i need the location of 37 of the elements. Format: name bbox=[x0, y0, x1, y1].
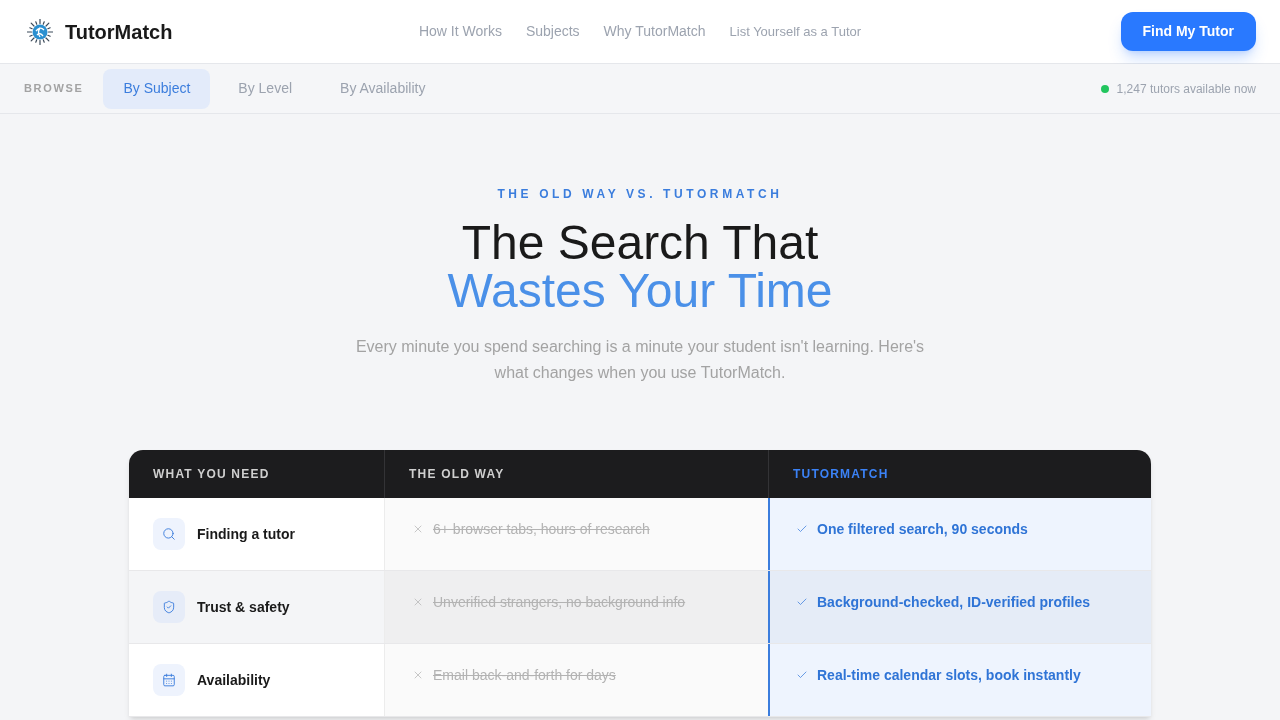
brand-name: TutorMatch bbox=[65, 21, 173, 42]
calendar-icon bbox=[153, 664, 185, 696]
shield-check-icon bbox=[153, 591, 185, 623]
check-icon bbox=[796, 669, 808, 681]
check-icon bbox=[796, 596, 808, 608]
check-icon bbox=[796, 523, 808, 535]
need-label: Trust & safety bbox=[197, 597, 290, 617]
old-way-text: Unverified strangers, no background info bbox=[433, 593, 686, 612]
column-header: TUTORMATCH bbox=[793, 466, 889, 483]
nav-link[interactable]: Why TutorMatch bbox=[603, 21, 706, 42]
nav-link[interactable]: Subjects bbox=[525, 21, 580, 42]
section-eyebrow: THE OLD WAY VS. TUTORMATCH bbox=[497, 186, 783, 202]
cross-icon bbox=[412, 669, 424, 681]
column-header: THE OLD WAY bbox=[409, 466, 505, 483]
tutors-available-text: 1,247 tutors available now bbox=[1116, 80, 1256, 98]
tutormatch-text: Real-time calendar slots, book instantly bbox=[817, 666, 1081, 685]
find-tutor-button[interactable]: Find My Tutor bbox=[1120, 12, 1256, 51]
tutormatch-text: One filtered search, 90 seconds bbox=[817, 520, 1028, 539]
need-label: Availability bbox=[197, 670, 271, 690]
cross-icon bbox=[412, 596, 424, 608]
need-label: Finding a tutor bbox=[197, 524, 295, 544]
browse-label: BROWSE bbox=[24, 81, 84, 97]
cross-icon bbox=[412, 523, 424, 535]
browse-tab[interactable]: By Availability bbox=[320, 68, 446, 109]
nav-link[interactable]: List Yourself as a Tutor bbox=[729, 21, 862, 42]
old-way-text: 6+ browser tabs, hours of research bbox=[433, 520, 650, 539]
old-way-text: Email back-and-forth for days bbox=[433, 666, 616, 685]
column-header: WHAT YOU NEED bbox=[153, 466, 270, 483]
browse-tab[interactable]: By Level bbox=[218, 68, 313, 109]
intro-paragraph: Every minute you spend searching is a minute your student isn't learning. Here's what changes when you use TutorMatch. bbox=[354, 337, 926, 383]
search-icon bbox=[153, 518, 185, 550]
headline-line: The Search That bbox=[461, 219, 819, 267]
spiky-circle-logo-icon bbox=[27, 18, 53, 45]
browse-tab[interactable]: By Subject bbox=[103, 68, 211, 109]
headline-line: Wastes Your Time bbox=[447, 267, 833, 315]
tutormatch-text: Background-checked, ID-verified profiles bbox=[817, 593, 1091, 612]
nav-link[interactable]: How It Works bbox=[418, 21, 502, 42]
